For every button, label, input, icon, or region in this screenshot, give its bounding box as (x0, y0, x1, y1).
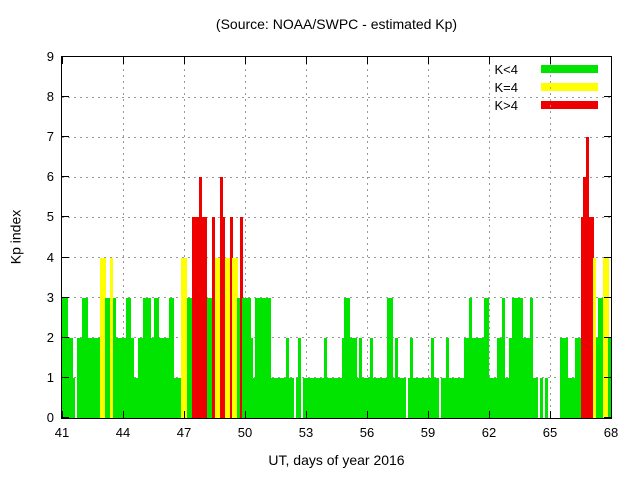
legend-label-k-lt-4: K<4 (495, 62, 519, 77)
x-tick-label: 59 (408, 425, 448, 441)
y-tick (62, 216, 69, 217)
x-tick-label: 44 (103, 425, 143, 441)
y-tick (604, 136, 611, 137)
kp-bar (291, 378, 294, 418)
y-tick (62, 96, 69, 97)
x-tick-label: 68 (591, 425, 631, 441)
x-tick (62, 57, 63, 64)
y-tick-label: 4 (18, 250, 54, 266)
x-tick (306, 57, 307, 64)
y-tick (62, 176, 69, 177)
x-gridline (367, 57, 368, 418)
x-tick (123, 57, 124, 64)
x-tick (306, 411, 307, 418)
y-gridline (62, 97, 611, 98)
x-tick (184, 57, 185, 64)
y-tick-label: 9 (18, 49, 54, 65)
kp-bar (436, 378, 439, 418)
y-axis-label: Kp index (8, 57, 26, 418)
kp-index-chart: (Source: NOAA/SWPC - estimated Kp) Kp in… (0, 0, 640, 480)
legend-row-k-gt-4: K>4 (495, 96, 599, 114)
x-tick (428, 411, 429, 418)
y-tick-label: 0 (18, 410, 54, 426)
x-gridline (550, 57, 551, 418)
x-tick (123, 411, 124, 418)
legend-label-k-gt-4: K>4 (495, 98, 519, 113)
x-tick (489, 57, 490, 64)
y-tick-label: 1 (18, 370, 54, 386)
x-tick (550, 57, 551, 64)
y-tick (62, 337, 69, 338)
x-tick (245, 411, 246, 418)
x-tick-label: 62 (469, 425, 509, 441)
x-tick-label: 47 (164, 425, 204, 441)
legend-label-k-eq-4: K=4 (495, 80, 519, 95)
x-tick-label: 41 (42, 425, 82, 441)
legend-row-k-eq-4: K=4 (495, 78, 599, 96)
x-tick (550, 411, 551, 418)
x-gridline (306, 57, 307, 418)
y-tick (604, 377, 611, 378)
x-tick (367, 57, 368, 64)
x-tick (611, 411, 612, 418)
x-axis-label: UT, days of year 2016 (61, 452, 612, 468)
y-tick-label: 6 (18, 169, 54, 185)
y-tick (604, 257, 611, 258)
y-tick-label: 5 (18, 209, 54, 225)
y-tick (62, 56, 69, 57)
y-tick (62, 417, 69, 418)
y-tick-label: 2 (18, 330, 54, 346)
x-tick-label: 65 (530, 425, 570, 441)
x-tick (489, 411, 490, 418)
x-tick (184, 411, 185, 418)
y-tick-label: 8 (18, 89, 54, 105)
y-gridline (62, 217, 611, 218)
x-tick (62, 411, 63, 418)
x-tick (367, 411, 368, 418)
kp-bar (545, 378, 548, 418)
y-tick (604, 417, 611, 418)
kp-bar (403, 378, 406, 418)
y-gridline (62, 137, 611, 138)
x-gridline (428, 57, 429, 418)
y-tick (604, 96, 611, 97)
y-tick-label: 7 (18, 129, 54, 145)
y-tick (62, 297, 69, 298)
y-tick (604, 176, 611, 177)
y-gridline (62, 177, 611, 178)
x-tick-label: 50 (225, 425, 265, 441)
y-tick (604, 337, 611, 338)
legend: K<4 K=4 K>4 (495, 60, 599, 114)
x-tick (245, 57, 246, 64)
kp-bar (298, 338, 301, 418)
y-tick (62, 257, 69, 258)
x-tick (428, 57, 429, 64)
kp-bar (535, 378, 538, 418)
chart-title: (Source: NOAA/SWPC - estimated Kp) (61, 16, 612, 32)
plot-area: K<4 K=4 K>4 (61, 56, 612, 419)
y-tick (604, 216, 611, 217)
legend-row-k-lt-4: K<4 (495, 60, 599, 78)
y-tick-label: 3 (18, 290, 54, 306)
y-gridline (62, 257, 611, 258)
y-tick (604, 56, 611, 57)
y-tick (62, 377, 69, 378)
x-tick-label: 53 (286, 425, 326, 441)
x-tick-label: 56 (347, 425, 387, 441)
kp-bar (72, 378, 75, 418)
y-tick (62, 136, 69, 137)
kp-bar (540, 378, 543, 418)
x-tick (611, 57, 612, 64)
y-tick (604, 297, 611, 298)
